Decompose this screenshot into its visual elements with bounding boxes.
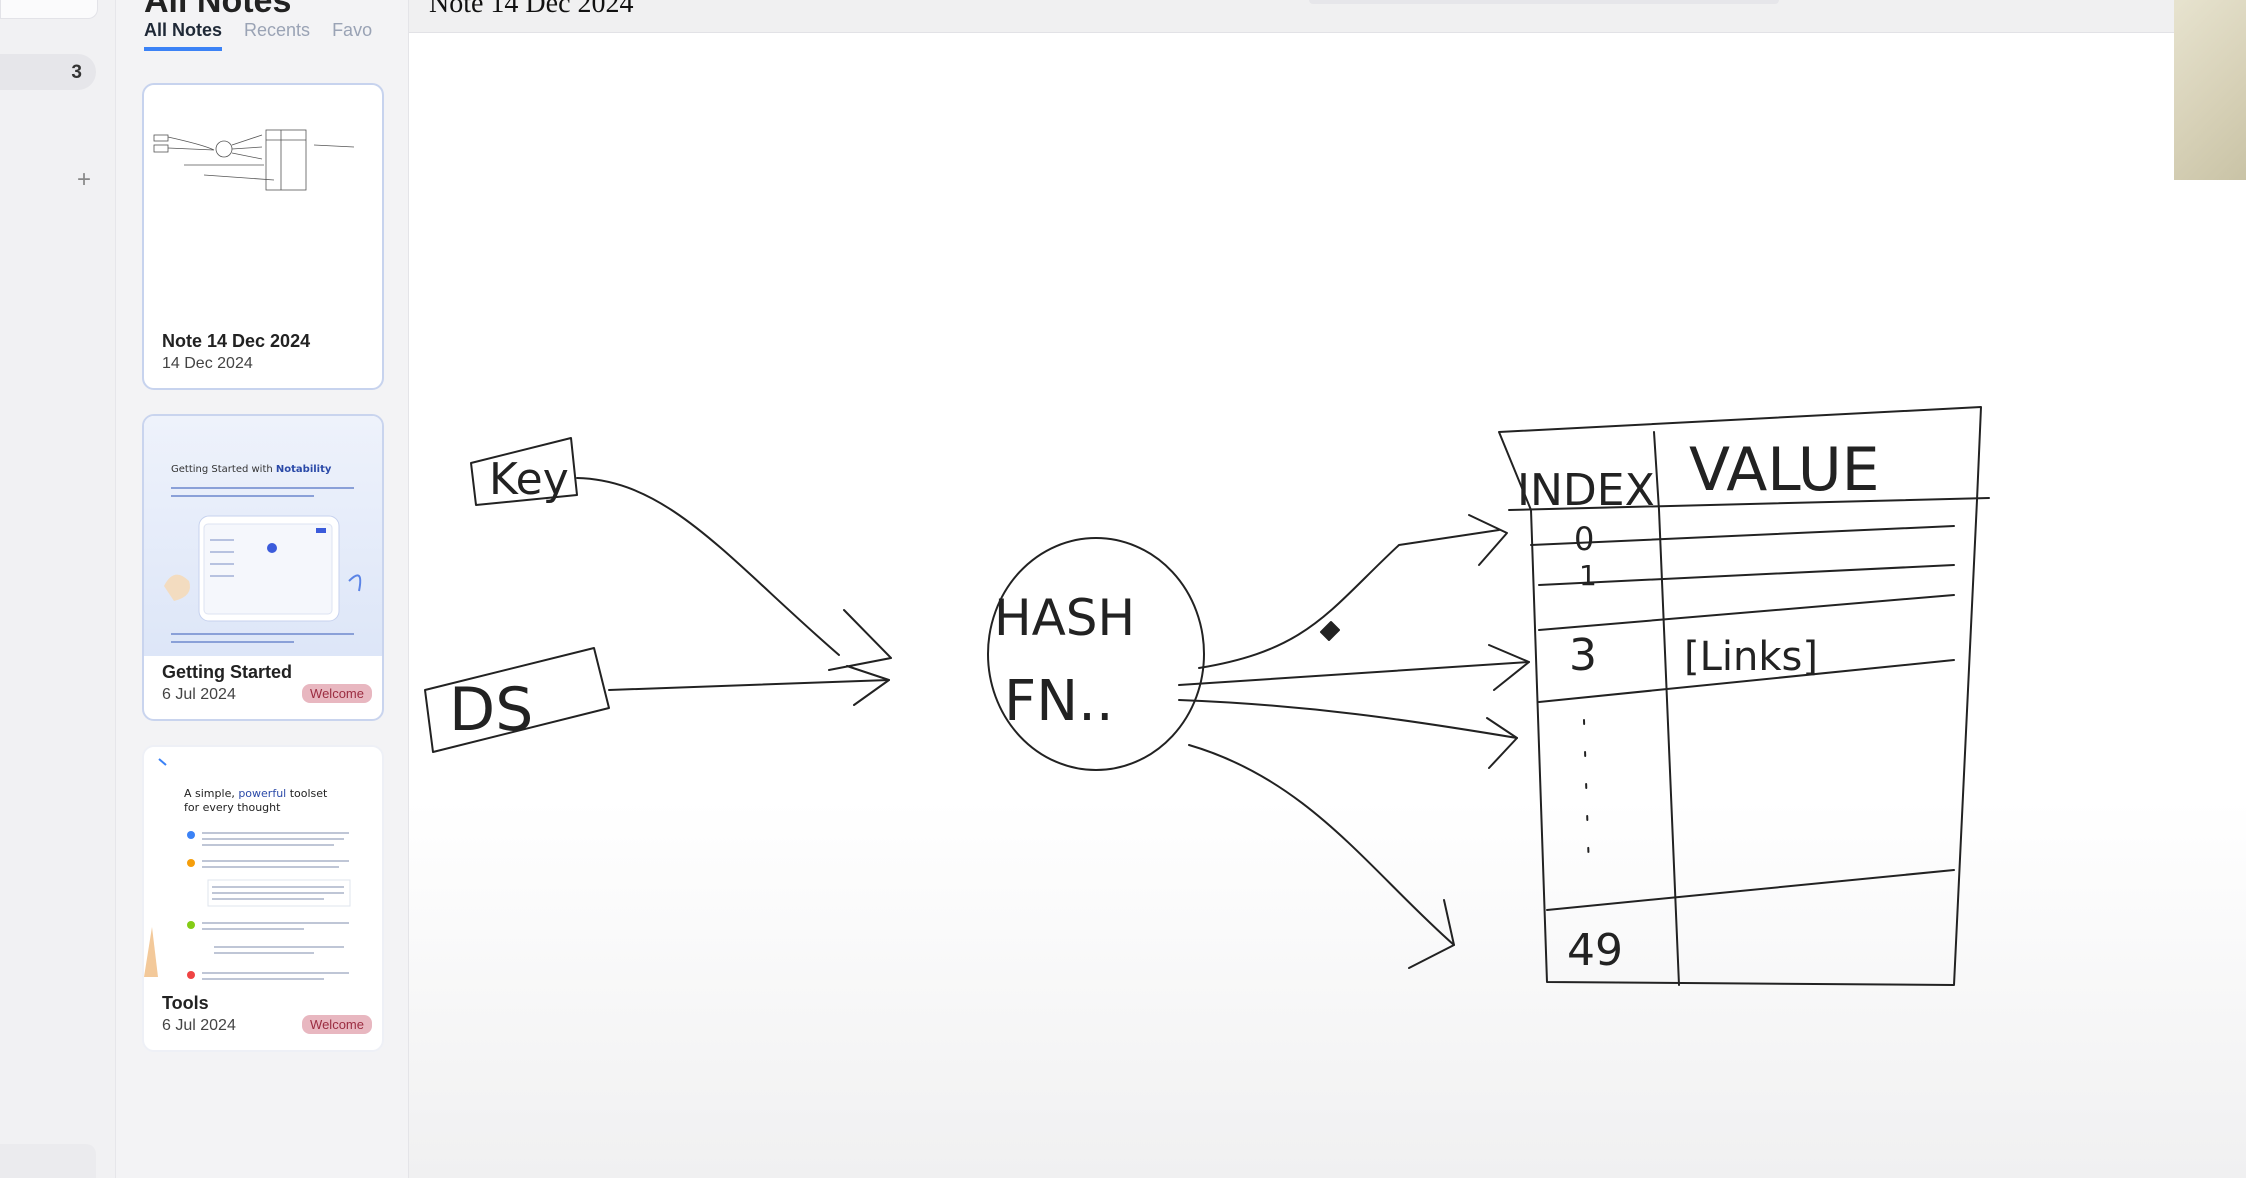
value-header: VALUE <box>1689 435 1880 505</box>
hash-label-line1: HASH <box>994 589 1135 647</box>
row-1-label: 1 <box>1579 559 1597 592</box>
row-0-label: 0 <box>1574 520 1594 558</box>
arrow-to-index-0 <box>1198 529 1500 669</box>
note-card-date: 6 Jul 2024 <box>162 1017 236 1034</box>
key-label: Key <box>489 454 569 505</box>
cell-value: [Links] <box>1684 634 1818 680</box>
note-thumbnail: A simple, powerful toolset for every tho… <box>144 758 351 980</box>
note-card-date: 14 Dec 2024 <box>162 355 253 372</box>
notes-tabs: All Notes Recents Favo <box>144 20 404 54</box>
arrow-to-index-3 <box>1178 661 1530 686</box>
svg-text:for every thought: for every thought <box>184 801 281 814</box>
tab-favorites[interactable]: Favo <box>332 20 372 47</box>
note-canvas[interactable]: Note 14 Dec 2024 Key DS HASH FN.. INDEX … <box>409 0 2246 1178</box>
tab-all-notes[interactable]: All Notes <box>144 20 223 51</box>
notes-count-item[interactable]: 3 <box>0 54 96 90</box>
notes-count: 3 <box>71 62 82 83</box>
note-card-title: Tools <box>162 993 209 1013</box>
welcome-badge: Welcome <box>302 684 372 703</box>
notes-list-panel: All Notes All Notes Recents Favo Note 14 D… <box>116 0 409 1178</box>
row-3-label: 3 <box>1569 630 1597 681</box>
note-thumbnail: Getting Started with Notability <box>144 416 382 656</box>
note-card-title: Getting Started <box>162 662 293 682</box>
key-arrow <box>576 477 840 656</box>
hash-label-line2: FN.. <box>1004 669 1114 734</box>
tab-recents[interactable]: Recents <box>244 20 310 47</box>
thumb-heading: Getting Started with <box>171 464 276 475</box>
note-thumbnail <box>153 129 355 191</box>
svg-text:A simple, powerful toolset: A simple, powerful toolset <box>184 787 328 800</box>
handwriting-drawing: Key DS HASH FN.. INDEX VALUE 0 1 3 49 [L… <box>424 406 1990 986</box>
arrow-to-index-49 <box>1188 744 1455 946</box>
pen-cursor-icon <box>1320 621 1340 641</box>
note-card-title: Note 14 Dec 2024 <box>162 331 311 351</box>
ds-arrow <box>608 679 890 691</box>
note-card-date: 6 Jul 2024 <box>162 686 236 703</box>
note-card-getting-started[interactable]: Getting Started with Notability Getting … <box>142 414 384 721</box>
camera-overlay <box>2174 0 2246 180</box>
welcome-badge: Welcome <box>302 1015 372 1034</box>
svg-text:Getting Started with Notabilit: Getting Started with Notability <box>171 464 332 475</box>
row-49-label: 49 <box>1567 925 1623 976</box>
notes-list-title: All Notes <box>144 0 292 20</box>
ds-label: DS <box>449 675 533 745</box>
add-icon[interactable]: + <box>72 168 96 192</box>
rail-bottom-button[interactable] <box>0 1144 96 1178</box>
note-card-note-14-dec[interactable]: Note 14 Dec 2024 14 Dec 2024 <box>142 83 384 390</box>
note-card-tools[interactable]: A simple, powerful toolset for every tho… <box>142 745 384 1052</box>
left-rail: 3 + <box>0 0 116 1178</box>
hash-circle <box>987 537 1205 771</box>
index-header: INDEX <box>1517 465 1655 516</box>
thumb-heading-highlight: Notability <box>276 464 332 475</box>
arrow-to-index-middle <box>1178 699 1518 739</box>
rail-top-button[interactable] <box>0 0 98 19</box>
